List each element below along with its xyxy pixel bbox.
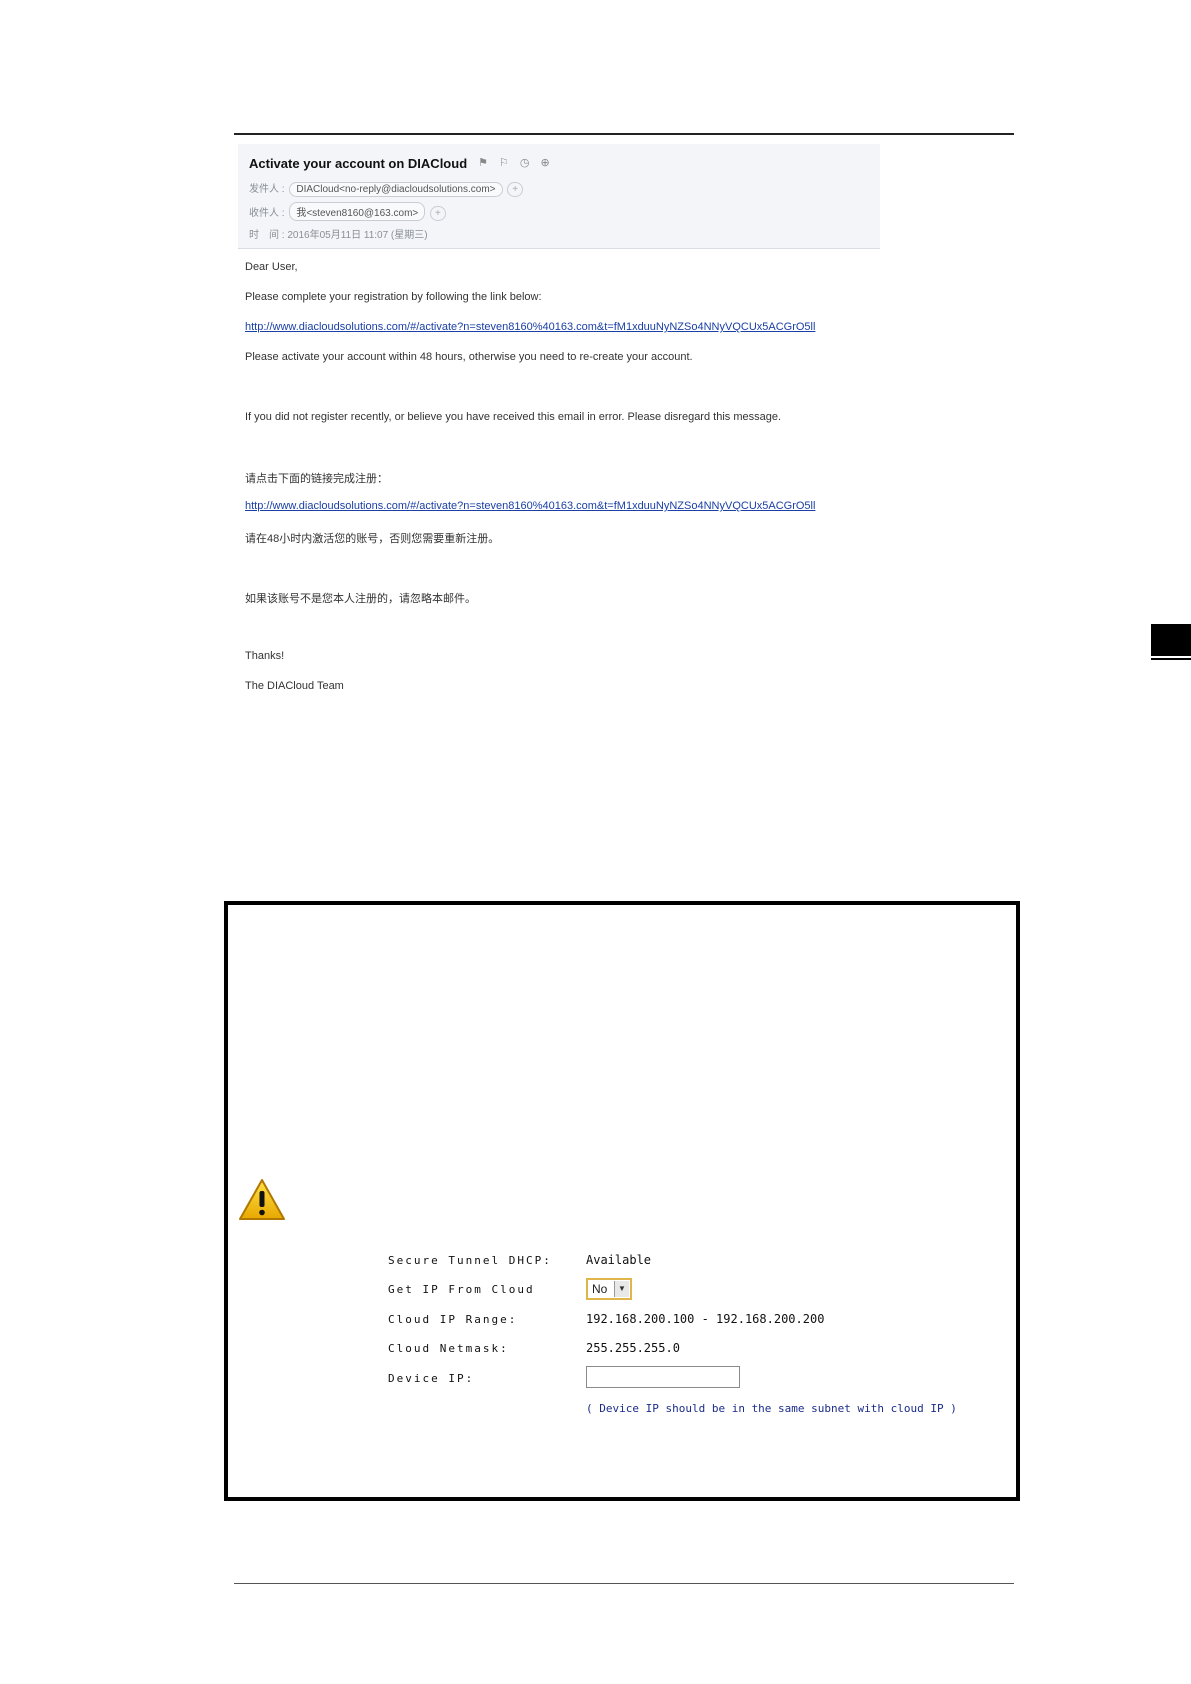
device-ip-label: Device IP:: [388, 1372, 475, 1385]
email-to-chip[interactable]: 我<steven8160@163.com>: [289, 202, 426, 221]
footer-rule: [234, 1583, 1014, 1584]
dhcp-value: Available: [586, 1253, 652, 1267]
cloud-ip-range-label: Cloud IP Range:: [388, 1313, 518, 1326]
email-instruction-en: Please complete your registration by fol…: [245, 291, 542, 303]
email-time-value: 2016年05月11日 11:07 (星期三): [287, 230, 428, 241]
add-contact-to-button[interactable]: +: [430, 206, 446, 221]
chapter-tab-underline: [1151, 658, 1191, 660]
header-rule: [234, 133, 1014, 135]
activation-link-cn[interactable]: http://www.diacloudsolutions.com/#/activ…: [245, 500, 815, 512]
cloud-ip-range-value: 192.168.200.100 - 192.168.200.200: [586, 1312, 825, 1326]
chapter-tab-marker: [1151, 624, 1191, 656]
device-ip-hint: ( Device IP should be in the same subnet…: [586, 1402, 957, 1415]
add-contact-from-button[interactable]: +: [507, 182, 524, 197]
chevron-down-icon[interactable]: ▼: [614, 1281, 629, 1297]
email-from-row: 发件人 : DIACloud<no-reply@diacloudsolution…: [249, 180, 524, 197]
get-ip-select[interactable]: No ▼: [586, 1278, 632, 1300]
email-from-chip[interactable]: DIACloud<no-reply@diacloudsolutions.com>: [289, 182, 503, 197]
email-thanks: Thanks!: [245, 650, 285, 662]
email-activate-note-cn: 请在48小时内激活您的账号，否则您需要重新注册。: [245, 533, 500, 545]
email-disregard-en: If you did not register recently, or bel…: [245, 411, 782, 423]
activation-link-en[interactable]: http://www.diacloudsolutions.com/#/activ…: [245, 321, 815, 333]
email-time-label: 时 间 :: [249, 230, 285, 241]
email-to-label: 收件人 :: [249, 208, 285, 219]
email-header: Activate your account on DIACloud ⚑ ⚐ ◷ …: [238, 144, 880, 249]
device-ip-input[interactable]: [586, 1366, 740, 1388]
warning-icon: [239, 1179, 285, 1220]
email-subject: Activate your account on DIACloud: [249, 156, 468, 171]
email-signature: The DIACloud Team: [245, 680, 344, 692]
email-from-label: 发件人 :: [249, 184, 285, 195]
email-header-icons[interactable]: ⚑ ⚐ ◷ ⊕: [478, 156, 554, 169]
email-disregard-cn: 如果该账号不是您本人注册的，请忽略本邮件。: [245, 593, 476, 605]
email-instruction-cn: 请点击下面的链接完成注册：: [245, 473, 388, 485]
email-time-row: 时 间 : 2016年05月11日 11:07 (星期三): [249, 226, 428, 241]
dhcp-label: Secure Tunnel DHCP:: [388, 1254, 552, 1267]
email-activate-note-en: Please activate your account within 48 h…: [245, 351, 693, 363]
get-ip-selected-value: No: [592, 1282, 608, 1296]
email-to-row: 收件人 : 我<steven8160@163.com> +: [249, 202, 446, 221]
cloud-netmask-value: 255.255.255.0: [586, 1341, 680, 1355]
email-greeting: Dear User,: [245, 261, 298, 273]
cloud-netmask-label: Cloud Netmask:: [388, 1342, 509, 1355]
get-ip-label: Get IP From Cloud: [388, 1283, 535, 1296]
